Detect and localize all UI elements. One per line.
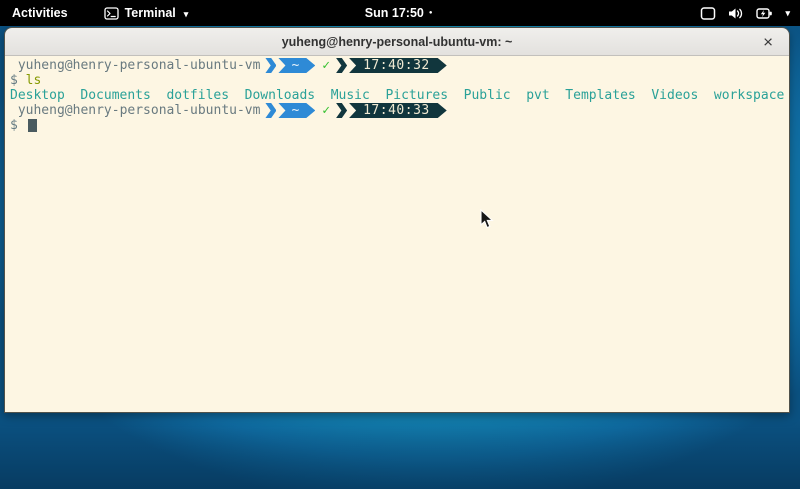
battery-charging-icon <box>756 7 773 20</box>
activities-button[interactable]: Activities <box>0 0 80 26</box>
directory-name: workspace <box>714 88 784 103</box>
notification-dot: ● <box>429 10 433 16</box>
window-title: yuheng@henry-personal-ubuntu-vm: ~ <box>282 35 513 49</box>
prompt-symbol: $ <box>10 73 18 88</box>
top-bar: Activities Terminal ▾ Sun 17:50 ● <box>0 0 800 26</box>
display-icon <box>700 7 716 20</box>
app-menu-terminal[interactable]: Terminal ▾ <box>94 0 199 26</box>
close-button[interactable]: × <box>757 31 779 52</box>
mouse-pointer-icon <box>480 209 494 235</box>
clock-label: Sun 17:50 <box>365 6 424 20</box>
prompt-line: yuheng@henry-personal-ubuntu-vm ~ ✓ 17:4… <box>10 103 789 118</box>
status-check-icon: ✓ <box>322 58 330 73</box>
prompt-path-segment: ~ <box>278 103 315 118</box>
top-bar-left: Activities Terminal ▾ <box>0 0 198 26</box>
prompt-symbol: $ <box>10 118 18 133</box>
terminal-app-icon <box>104 7 119 20</box>
prompt-time-segment: 17:40:33 <box>349 103 447 118</box>
directory-name: Templates <box>565 88 635 103</box>
typed-command: ls <box>26 73 42 88</box>
directory-name: pvt <box>526 88 549 103</box>
terminal-window: yuheng@henry-personal-ubuntu-vm: ~ × yuh… <box>4 27 790 413</box>
powerline-chevron-icon <box>265 103 276 118</box>
directory-name: dotfiles <box>166 88 229 103</box>
ls-output-line: Desktop Documents dotfiles Downloads Music Pi… <box>10 88 789 103</box>
volume-icon <box>728 7 744 20</box>
clock-menu[interactable]: Sun 17:50 ● <box>365 0 433 26</box>
terminal-cursor <box>28 119 37 132</box>
window-titlebar[interactable]: yuheng@henry-personal-ubuntu-vm: ~ × <box>5 28 789 56</box>
desktop-background: Activities Terminal ▾ Sun 17:50 ● <box>0 0 800 489</box>
prompt-user-host: yuheng@henry-personal-ubuntu-vm <box>10 58 260 73</box>
directory-name: Pictures <box>385 88 448 103</box>
prompt-time-segment: 17:40:32 <box>349 58 447 73</box>
chevron-down-icon: ▾ <box>785 8 790 19</box>
terminal-content[interactable]: yuheng@henry-personal-ubuntu-vm ~ ✓ 17:4… <box>5 56 789 412</box>
directory-name: Music <box>331 88 370 103</box>
input-line: $ <box>10 118 789 133</box>
powerline-chevron-icon <box>336 103 347 118</box>
command-line: $ ls <box>10 73 789 88</box>
directory-name: Documents <box>80 88 150 103</box>
directory-name: Videos <box>651 88 698 103</box>
directory-name: Public <box>464 88 511 103</box>
prompt-line: yuheng@henry-personal-ubuntu-vm ~ ✓ 17:4… <box>10 58 789 73</box>
directory-name: Downloads <box>245 88 315 103</box>
powerline-chevron-icon <box>265 58 276 73</box>
chevron-down-icon: ▾ <box>184 9 189 20</box>
prompt-path-segment: ~ <box>278 58 315 73</box>
system-tray[interactable]: ▾ <box>690 0 800 26</box>
prompt-user-host: yuheng@henry-personal-ubuntu-vm <box>10 103 260 118</box>
app-menu-label: Terminal <box>125 6 176 20</box>
powerline-chevron-icon <box>336 58 347 73</box>
directory-name: Desktop <box>10 88 65 103</box>
status-check-icon: ✓ <box>322 103 330 118</box>
